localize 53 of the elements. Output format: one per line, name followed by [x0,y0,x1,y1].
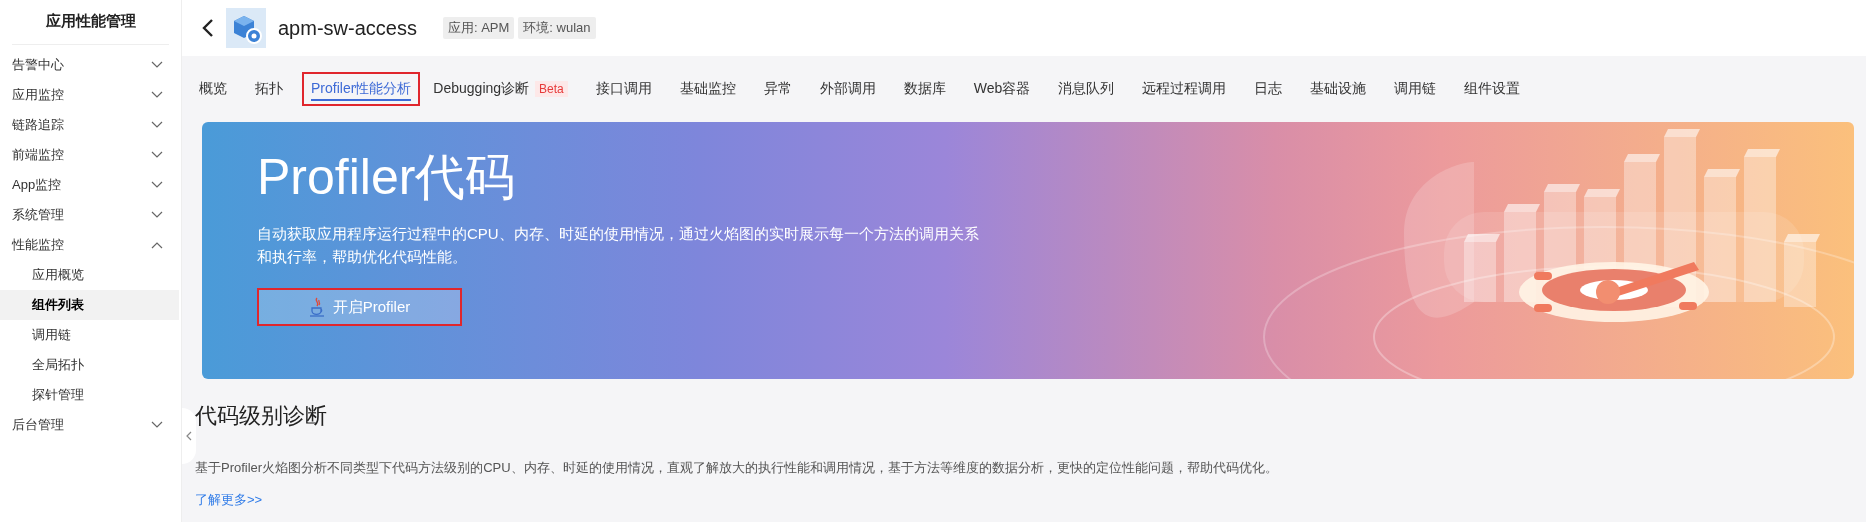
tab[interactable]: 调用链 [1385,72,1452,106]
app-title: apm-sw-access [278,16,417,40]
tab[interactable]: 接口调用 [586,72,667,106]
section-description: 基于Profiler火焰图分析不同类型下代码方法级别的CPU、内存、时延的使用情况，直观了解放大的执行性能和调用情况，基于方法等维度的数据分析，更快的定位性能问题，帮助代码优化。 [195,459,1279,477]
sidebar-item[interactable]: 性能监控 [0,230,181,260]
tab[interactable]: Profiler性能分析 [302,72,421,106]
tab[interactable]: 组件设置 [1455,72,1536,106]
sidebar-item[interactable]: 告警中心 [0,50,181,80]
sidebar-subitem[interactable]: 组件列表 [0,290,179,320]
sidebar-title: 应用性能管理 [12,0,169,45]
learn-more-link[interactable]: 了解更多>> [195,491,263,509]
sidebar-item[interactable]: App监控 [0,170,181,200]
chevron-down-icon [151,181,163,189]
cube-icon [226,8,266,48]
tab[interactable]: 拓扑 [246,72,298,106]
chevron-down-icon [151,61,163,69]
tag: 环境: wulan [518,17,596,39]
sidebar-subitem[interactable]: 全局拓扑 [0,350,181,380]
sidebar-item[interactable]: 链路追踪 [0,110,181,140]
tab[interactable]: 异常 [754,72,807,106]
tab[interactable]: 消息队列 [1049,72,1130,106]
sidebar-item[interactable]: 应用监控 [0,80,181,110]
tab[interactable]: 基础设施 [1301,72,1382,106]
beta-badge: Beta [535,81,568,97]
tab[interactable]: 外部调用 [810,72,891,106]
chevron-down-icon [151,151,163,159]
section-heading: 代码级别诊断 [195,402,328,430]
sidebar-item[interactable]: 前端监控 [0,140,181,170]
sidebar-item[interactable]: 系统管理 [0,200,181,230]
chevron-down-icon [151,121,163,129]
tab[interactable]: 基础监控 [670,72,751,106]
chevron-down-icon [151,421,163,429]
banner-title: Profiler代码 [257,148,517,207]
chevron-left-icon [186,431,192,441]
tab[interactable]: Web容器 [964,72,1046,106]
banner-description: 自动获取应用程序运行过程中的CPU、内存、时延的使用情况，通过火焰图的实时展示每一个方法的调用关系和执行率，帮助优化代码性能。 [257,224,980,267]
tab[interactable]: 远程过程调用 [1133,72,1242,106]
collapse-handle[interactable] [182,408,196,464]
tab[interactable]: 概览 [190,72,242,106]
tab[interactable]: 日志 [1245,72,1298,106]
tab[interactable]: Debugging诊断 Beta [424,72,583,106]
tab[interactable]: 数据库 [894,72,961,106]
sidebar-subitem[interactable]: 探针管理 [0,380,181,410]
sidebar-item[interactable]: 后台管理 [0,410,181,440]
chevron-down-icon [151,211,163,219]
sidebar-subitem[interactable]: 调用链 [0,320,181,350]
tag: 应用: APM [442,17,515,39]
chevron-up-icon [151,241,163,249]
coffee-cup-icon [308,297,325,317]
chevron-down-icon [151,91,163,99]
back-icon[interactable] [202,19,214,37]
sidebar-subitem[interactable]: 应用概览 [0,260,181,290]
column-bar [1464,234,1500,302]
